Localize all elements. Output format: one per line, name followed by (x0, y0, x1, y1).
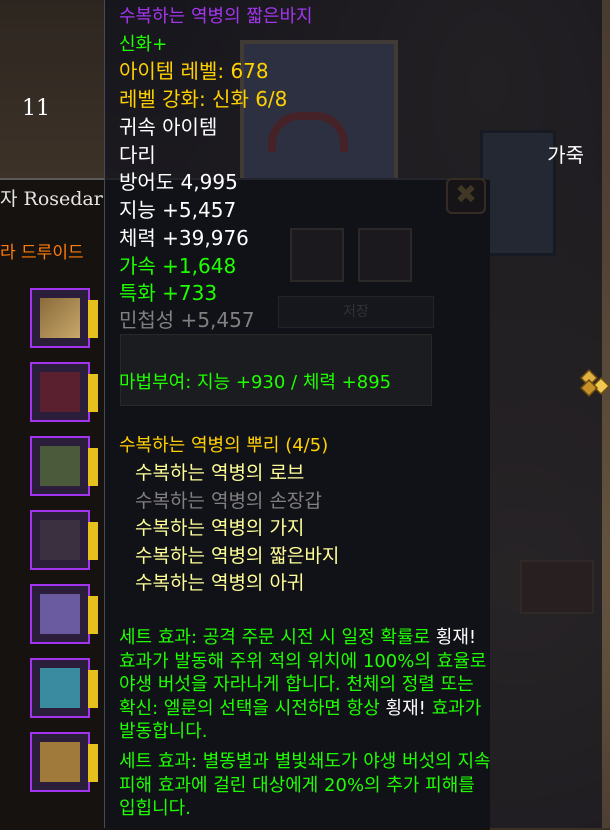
upgrade-level: 레벨 강화: 신화 6/8 (119, 87, 288, 111)
set-bonus-2: 세트 효과: 별똥별과 별빛쇄도가 야생 버섯의 지속 피해 효과에 걸린 대상… (119, 750, 595, 821)
boots-icon (40, 520, 80, 560)
equipment-slot[interactable] (30, 436, 98, 496)
slot-flyout-arrow-icon[interactable] (88, 522, 98, 560)
trinket-icon (40, 742, 80, 782)
item-name: 수복하는 역병의 짧은바지 (119, 6, 313, 27)
set-bonus-2-text: 세트 효과: 별똥별과 별빛쇄도가 야생 버섯의 지속 (119, 751, 491, 772)
set-item: 수복하는 역병의 짧은바지 (135, 544, 340, 567)
equipment-slot[interactable] (30, 510, 98, 570)
legs-icon (40, 446, 80, 486)
set-name: 수복하는 역병의 뿌리 (4/5) (119, 435, 329, 456)
armor-value: 방어도 4,995 (119, 170, 238, 194)
slot-stack-count: 11 (22, 96, 50, 121)
windfall-keyword: 횡재! (385, 697, 426, 719)
stat-stamina: 체력 +39,976 (119, 226, 249, 250)
set-item: 수복하는 역병의 가지 (135, 517, 305, 539)
item-tooltip: 수복하는 역병의 짧은바지 신화+ 아이템 레벨: 678 레벨 강화: 신화 … (104, 0, 610, 828)
set-bonus-1-text: 세트 효과: 공격 주문 시전 시 일정 확률로 (119, 627, 436, 648)
stat-haste: 가속 +1,648 (119, 254, 237, 278)
set-item: 수복하는 역병의 손장갑 (135, 489, 322, 512)
equipment-slot[interactable] (30, 732, 98, 792)
armor-type: 가죽 (547, 143, 584, 167)
set-bonus-2-text: 입힙니다. (119, 798, 191, 819)
set-item: 수복하는 역병의 아귀 (135, 572, 305, 594)
set-bonus-2-text: 피해 효과에 걸린 대상에게 20%의 추가 피해를 (119, 774, 475, 796)
item-slot: 다리 (119, 143, 156, 167)
gloves-icon (40, 298, 80, 338)
equipment-slot[interactable] (30, 362, 98, 422)
enchant-text: 마법부여: 지능 +930 / 체력 +895 (119, 372, 392, 393)
slot-flyout-arrow-icon[interactable] (88, 448, 98, 486)
windfall-keyword: 횡재! (435, 627, 477, 648)
set-bonus-1-text: 야생 버섯을 자라나게 합니다. 천체의 정렬 또는 (119, 674, 474, 695)
cloak-icon (40, 372, 80, 412)
slot-flyout-arrow-icon[interactable] (88, 300, 98, 338)
set-item: 수복하는 역병의 로브 (135, 462, 305, 484)
crafting-quality-icon (579, 368, 610, 398)
slot-flyout-arrow-icon[interactable] (88, 670, 98, 708)
slot-flyout-arrow-icon[interactable] (88, 374, 98, 412)
set-bonus-1-text: 효과가 (425, 697, 482, 719)
equipment-slot[interactable] (30, 584, 98, 644)
binding-text: 귀속 아이템 (119, 115, 218, 139)
stat-agility: 민첩성 +5,457 (119, 308, 255, 332)
set-bonus-1-text: 확신: 엘룬의 선택을 시전하면 항상 (119, 697, 386, 719)
slot-flyout-arrow-icon[interactable] (88, 596, 98, 634)
equipment-slot-column (30, 288, 100, 806)
quality-track: 신화+ (119, 34, 168, 55)
stat-intellect: 지능 +5,457 (119, 198, 237, 222)
character-name: 자 Rosedar (0, 188, 103, 210)
equipment-slot[interactable] (30, 288, 98, 348)
stat-mastery: 특화 +733 (119, 281, 218, 305)
set-bonus-1-text: 효과가 발동해 주위 적의 위치에 100%의 효율로 (119, 650, 487, 672)
equipment-slot[interactable] (30, 658, 98, 718)
item-level: 아이템 레벨: 678 (119, 59, 269, 83)
set-bonus-1-text: 발동합니다. (119, 721, 208, 742)
set-bonus-1: 세트 효과: 공격 주문 시전 시 일정 확률로 횡재! 효과가 발동해 주위 … (119, 626, 595, 744)
ring-icon (40, 668, 80, 708)
slot-flyout-arrow-icon[interactable] (88, 744, 98, 782)
character-class: 라 드루이드 (0, 243, 84, 263)
ring-icon (40, 594, 80, 634)
